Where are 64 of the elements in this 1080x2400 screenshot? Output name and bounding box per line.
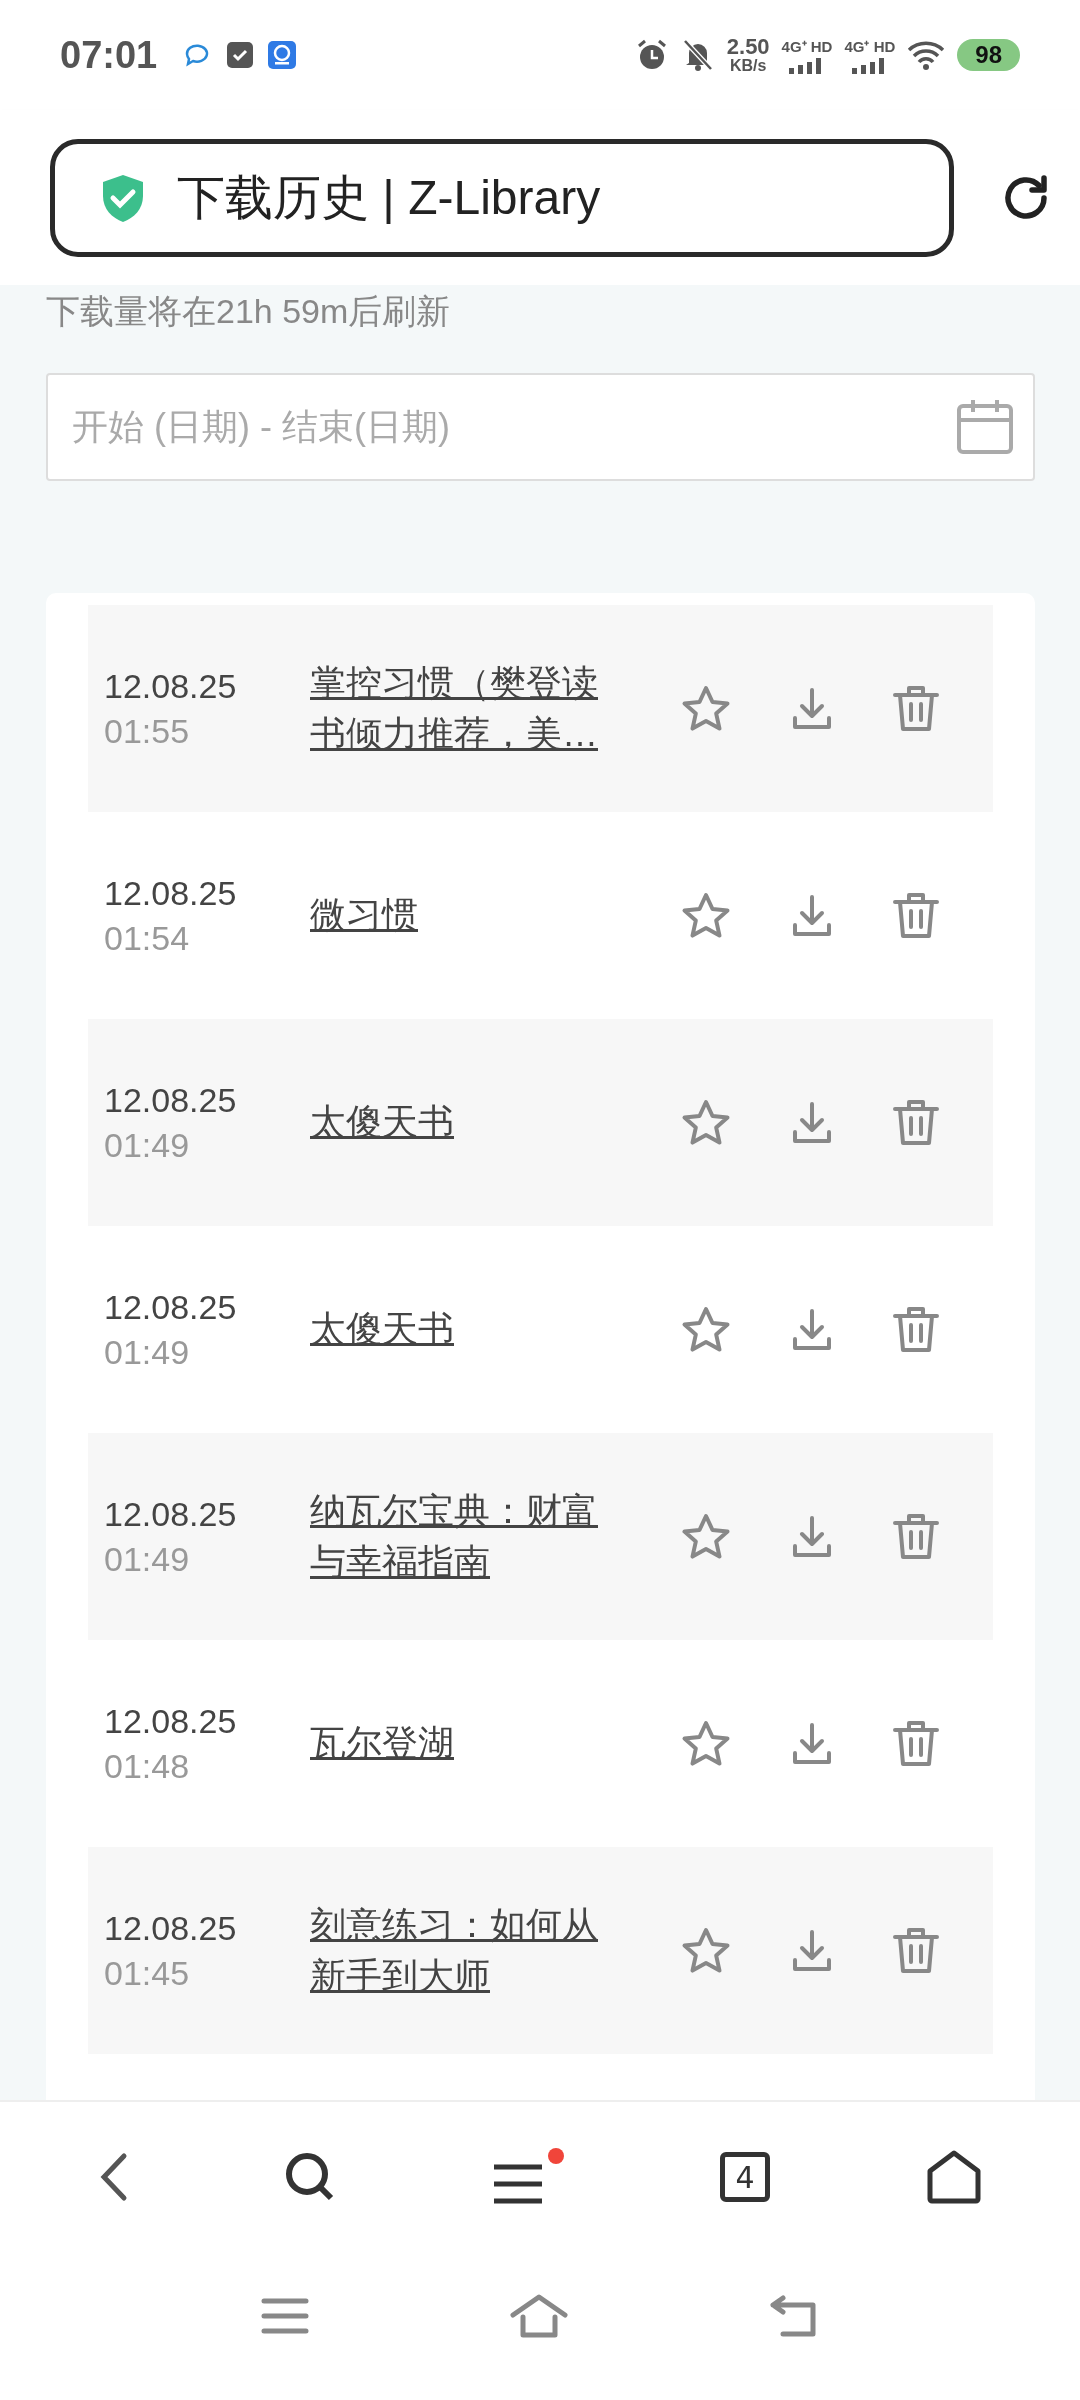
download-icon[interactable] — [792, 686, 832, 731]
back-button[interactable] — [98, 2152, 128, 2202]
star-icon[interactable] — [680, 683, 732, 734]
system-home-button[interactable] — [509, 2293, 569, 2339]
star-icon[interactable] — [680, 1097, 732, 1148]
menu-button[interactable] — [492, 2148, 564, 2206]
network-unit: KB/s — [729, 58, 767, 74]
book-title-link[interactable]: 太傻天书 — [310, 1097, 620, 1148]
address-bar[interactable]: 下载历史 | Z-Library — [50, 138, 954, 257]
download-time: 01:48 — [104, 1746, 191, 1786]
trash-icon[interactable] — [892, 1097, 940, 1148]
book-title-link[interactable]: 瓦尔登湖 — [310, 1718, 620, 1769]
date-range-field[interactable]: 开始 (日期) - 结束(日期) — [46, 373, 1035, 481]
refresh-notice: 下载量将在21h 59m后刷新 — [46, 291, 452, 332]
network-type: 4G⁺ HD — [844, 37, 896, 56]
star-icon[interactable] — [680, 1511, 732, 1562]
network-type: 4G⁺ HD — [781, 37, 833, 56]
download-date: 12.08.25 — [104, 1494, 238, 1534]
trash-icon[interactable] — [892, 1718, 940, 1769]
tabs-button[interactable]: 4 — [720, 2152, 770, 2202]
star-icon[interactable] — [680, 1925, 732, 1976]
download-time: 01:54 — [104, 918, 191, 958]
download-date: 12.08.25 — [104, 873, 238, 913]
download-icon[interactable] — [792, 1514, 832, 1559]
camera-app-icon — [267, 40, 298, 70]
book-title-link[interactable]: 微习惯 — [310, 890, 620, 941]
download-icon[interactable] — [792, 1721, 832, 1766]
search-button[interactable] — [284, 2151, 336, 2203]
trash-icon[interactable] — [892, 890, 940, 941]
download-date: 12.08.25 — [104, 1287, 238, 1327]
download-icon[interactable] — [792, 1928, 832, 1973]
trash-icon[interactable] — [892, 1925, 940, 1976]
star-icon[interactable] — [680, 1718, 732, 1769]
star-icon[interactable] — [680, 1304, 732, 1355]
system-back-button[interactable] — [769, 2294, 819, 2338]
trash-icon[interactable] — [892, 1304, 940, 1355]
trash-icon[interactable] — [892, 683, 940, 734]
download-time: 01:45 — [104, 1953, 191, 1993]
status-time: 07:01 — [60, 33, 158, 77]
book-title-link[interactable]: 刻意练习：如何从新手到大师 — [310, 1900, 620, 2001]
page-title: 下载历史 | Z-Library — [177, 169, 601, 226]
wifi-icon — [907, 40, 946, 70]
download-icon[interactable] — [792, 1307, 832, 1352]
download-time: 01:49 — [104, 1539, 191, 1579]
book-title-link[interactable]: 纳瓦尔宝典：财富与幸福指南 — [310, 1486, 620, 1587]
download-time: 01:49 — [104, 1332, 191, 1372]
star-icon[interactable] — [680, 890, 732, 941]
recent-apps-button[interactable] — [261, 2297, 309, 2335]
download-date: 12.08.25 — [104, 1908, 238, 1948]
calendar-icon — [955, 398, 1015, 456]
download-time: 01:55 — [104, 711, 191, 751]
book-title-link[interactable]: 掌控习惯（樊登读书倾力推荐，美… — [310, 658, 620, 759]
home-button[interactable] — [926, 2149, 982, 2205]
battery-level: 98 — [957, 39, 1020, 71]
trash-icon[interactable] — [892, 1511, 940, 1562]
download-time: 01:49 — [104, 1125, 191, 1165]
book-title-link[interactable]: 太傻天书 — [310, 1304, 620, 1355]
download-date: 12.08.25 — [104, 1701, 238, 1741]
network-speed: 2.50 — [726, 36, 770, 58]
download-date: 12.08.25 — [104, 1080, 238, 1120]
inbox-icon — [225, 40, 256, 70]
download-icon[interactable] — [792, 1100, 832, 1145]
download-date: 12.08.25 — [104, 666, 238, 706]
download-icon[interactable] — [792, 893, 832, 938]
